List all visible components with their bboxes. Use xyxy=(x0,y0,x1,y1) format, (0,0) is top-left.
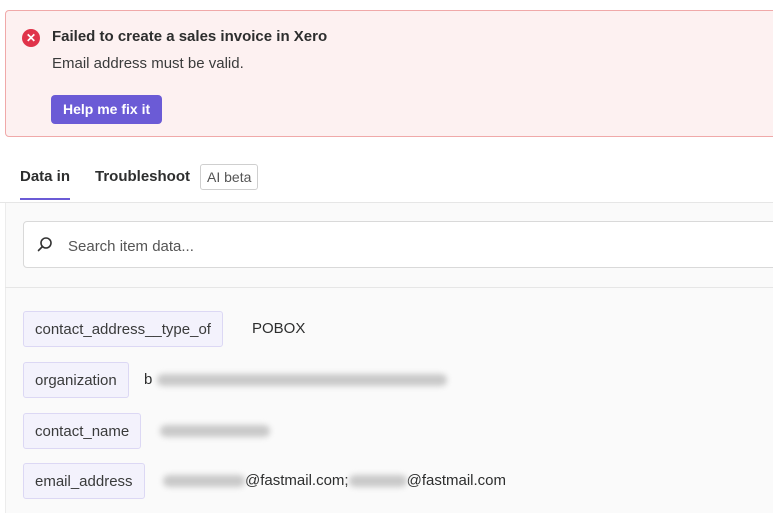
redacted-blur xyxy=(348,475,407,488)
error-alert: ✕ Failed to create a sales invoice in Xe… xyxy=(5,10,773,137)
field-value: POBOX xyxy=(252,320,306,337)
search-box[interactable] xyxy=(23,221,773,268)
tab-bar: Data in Troubleshoot xyxy=(0,160,773,203)
redacted-blur xyxy=(160,425,270,438)
email-domain-2: @fastmail.com xyxy=(406,472,507,489)
search-input[interactable] xyxy=(66,234,670,258)
field-key: organization xyxy=(23,362,129,398)
email-domain-1: @fastmail.com; xyxy=(245,472,349,489)
field-key: email_address xyxy=(23,463,145,499)
error-x-icon: ✕ xyxy=(22,29,40,47)
alert-title: Failed to create a sales invoice in Xero xyxy=(52,28,328,45)
field-value: @fastmail.com; @fastmail.com xyxy=(163,463,506,499)
search-icon xyxy=(37,237,52,252)
divider xyxy=(5,287,773,288)
redacted-blur xyxy=(156,374,447,387)
ai-beta-badge: AI beta xyxy=(200,164,259,190)
field-key: contact_address__type_of xyxy=(23,311,223,347)
field-value xyxy=(160,413,270,449)
field-key: contact_name xyxy=(23,413,142,449)
help-me-fix-it-button[interactable]: Help me fix it xyxy=(51,95,163,124)
field-value: b xyxy=(144,362,447,398)
tab-data-in[interactable]: Data in xyxy=(20,168,71,200)
redacted-blur xyxy=(163,475,245,488)
field-value-text: b xyxy=(144,371,153,388)
tab-troubleshoot[interactable]: Troubleshoot xyxy=(95,168,190,185)
alert-message: Email address must be valid. xyxy=(52,55,244,72)
